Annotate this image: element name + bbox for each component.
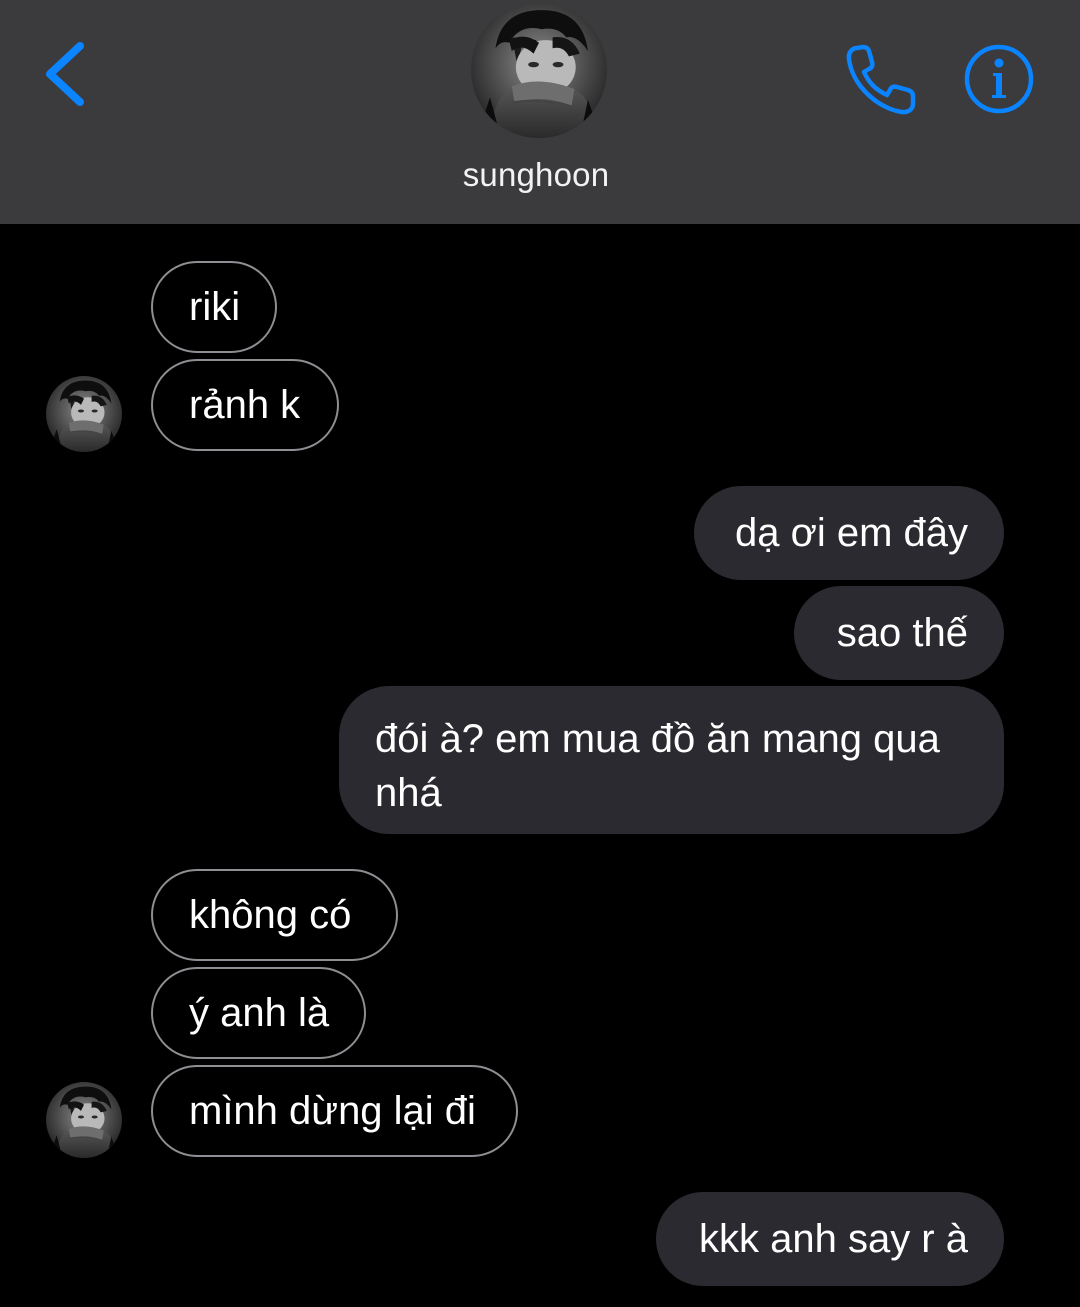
message-text: sao thế (836, 611, 968, 655)
contact-avatar-small[interactable] (46, 1082, 122, 1158)
back-button[interactable] (30, 36, 100, 116)
message-bubble-outgoing[interactable]: đói à? em mua đồ ăn mang qua nhá (339, 686, 1004, 834)
contact-avatar-small[interactable] (46, 376, 122, 452)
call-button[interactable] (840, 40, 922, 120)
message-bubble-outgoing[interactable]: kkk anh say r à (656, 1192, 1004, 1286)
chevron-left-icon (46, 42, 84, 106)
message-text: dạ ơi em đây (734, 511, 968, 555)
phone-icon (846, 44, 916, 115)
message-bubble-incoming[interactable]: không có (151, 869, 398, 961)
info-icon (964, 44, 1034, 114)
message-bubble-incoming[interactable]: ý anh là (151, 967, 366, 1059)
message-text: kkk anh say r à (698, 1217, 968, 1261)
contact-avatar[interactable] (471, 2, 607, 138)
conversation-header: sunghoon (0, 0, 1080, 224)
message-text: ý anh là (189, 991, 330, 1035)
message-bubble-incoming[interactable]: rảnh k (151, 359, 339, 451)
message-bubble-outgoing[interactable]: dạ ơi em đây (694, 486, 1004, 580)
message-bubble-incoming[interactable]: mình dừng lại đi (151, 1065, 518, 1157)
message-text: mình dừng lại đi (189, 1089, 476, 1133)
contact-name[interactable]: sunghoon (0, 156, 1072, 194)
message-text: không có (189, 893, 352, 937)
info-button[interactable] (962, 42, 1036, 116)
message-text: riki (189, 285, 241, 329)
message-text: rảnh k (189, 383, 301, 427)
message-bubble-outgoing[interactable]: sao thế (794, 586, 1004, 680)
message-bubble-incoming[interactable]: riki (151, 261, 277, 353)
message-text: đói à? em mua đồ ăn mang qua nhá (375, 717, 940, 815)
